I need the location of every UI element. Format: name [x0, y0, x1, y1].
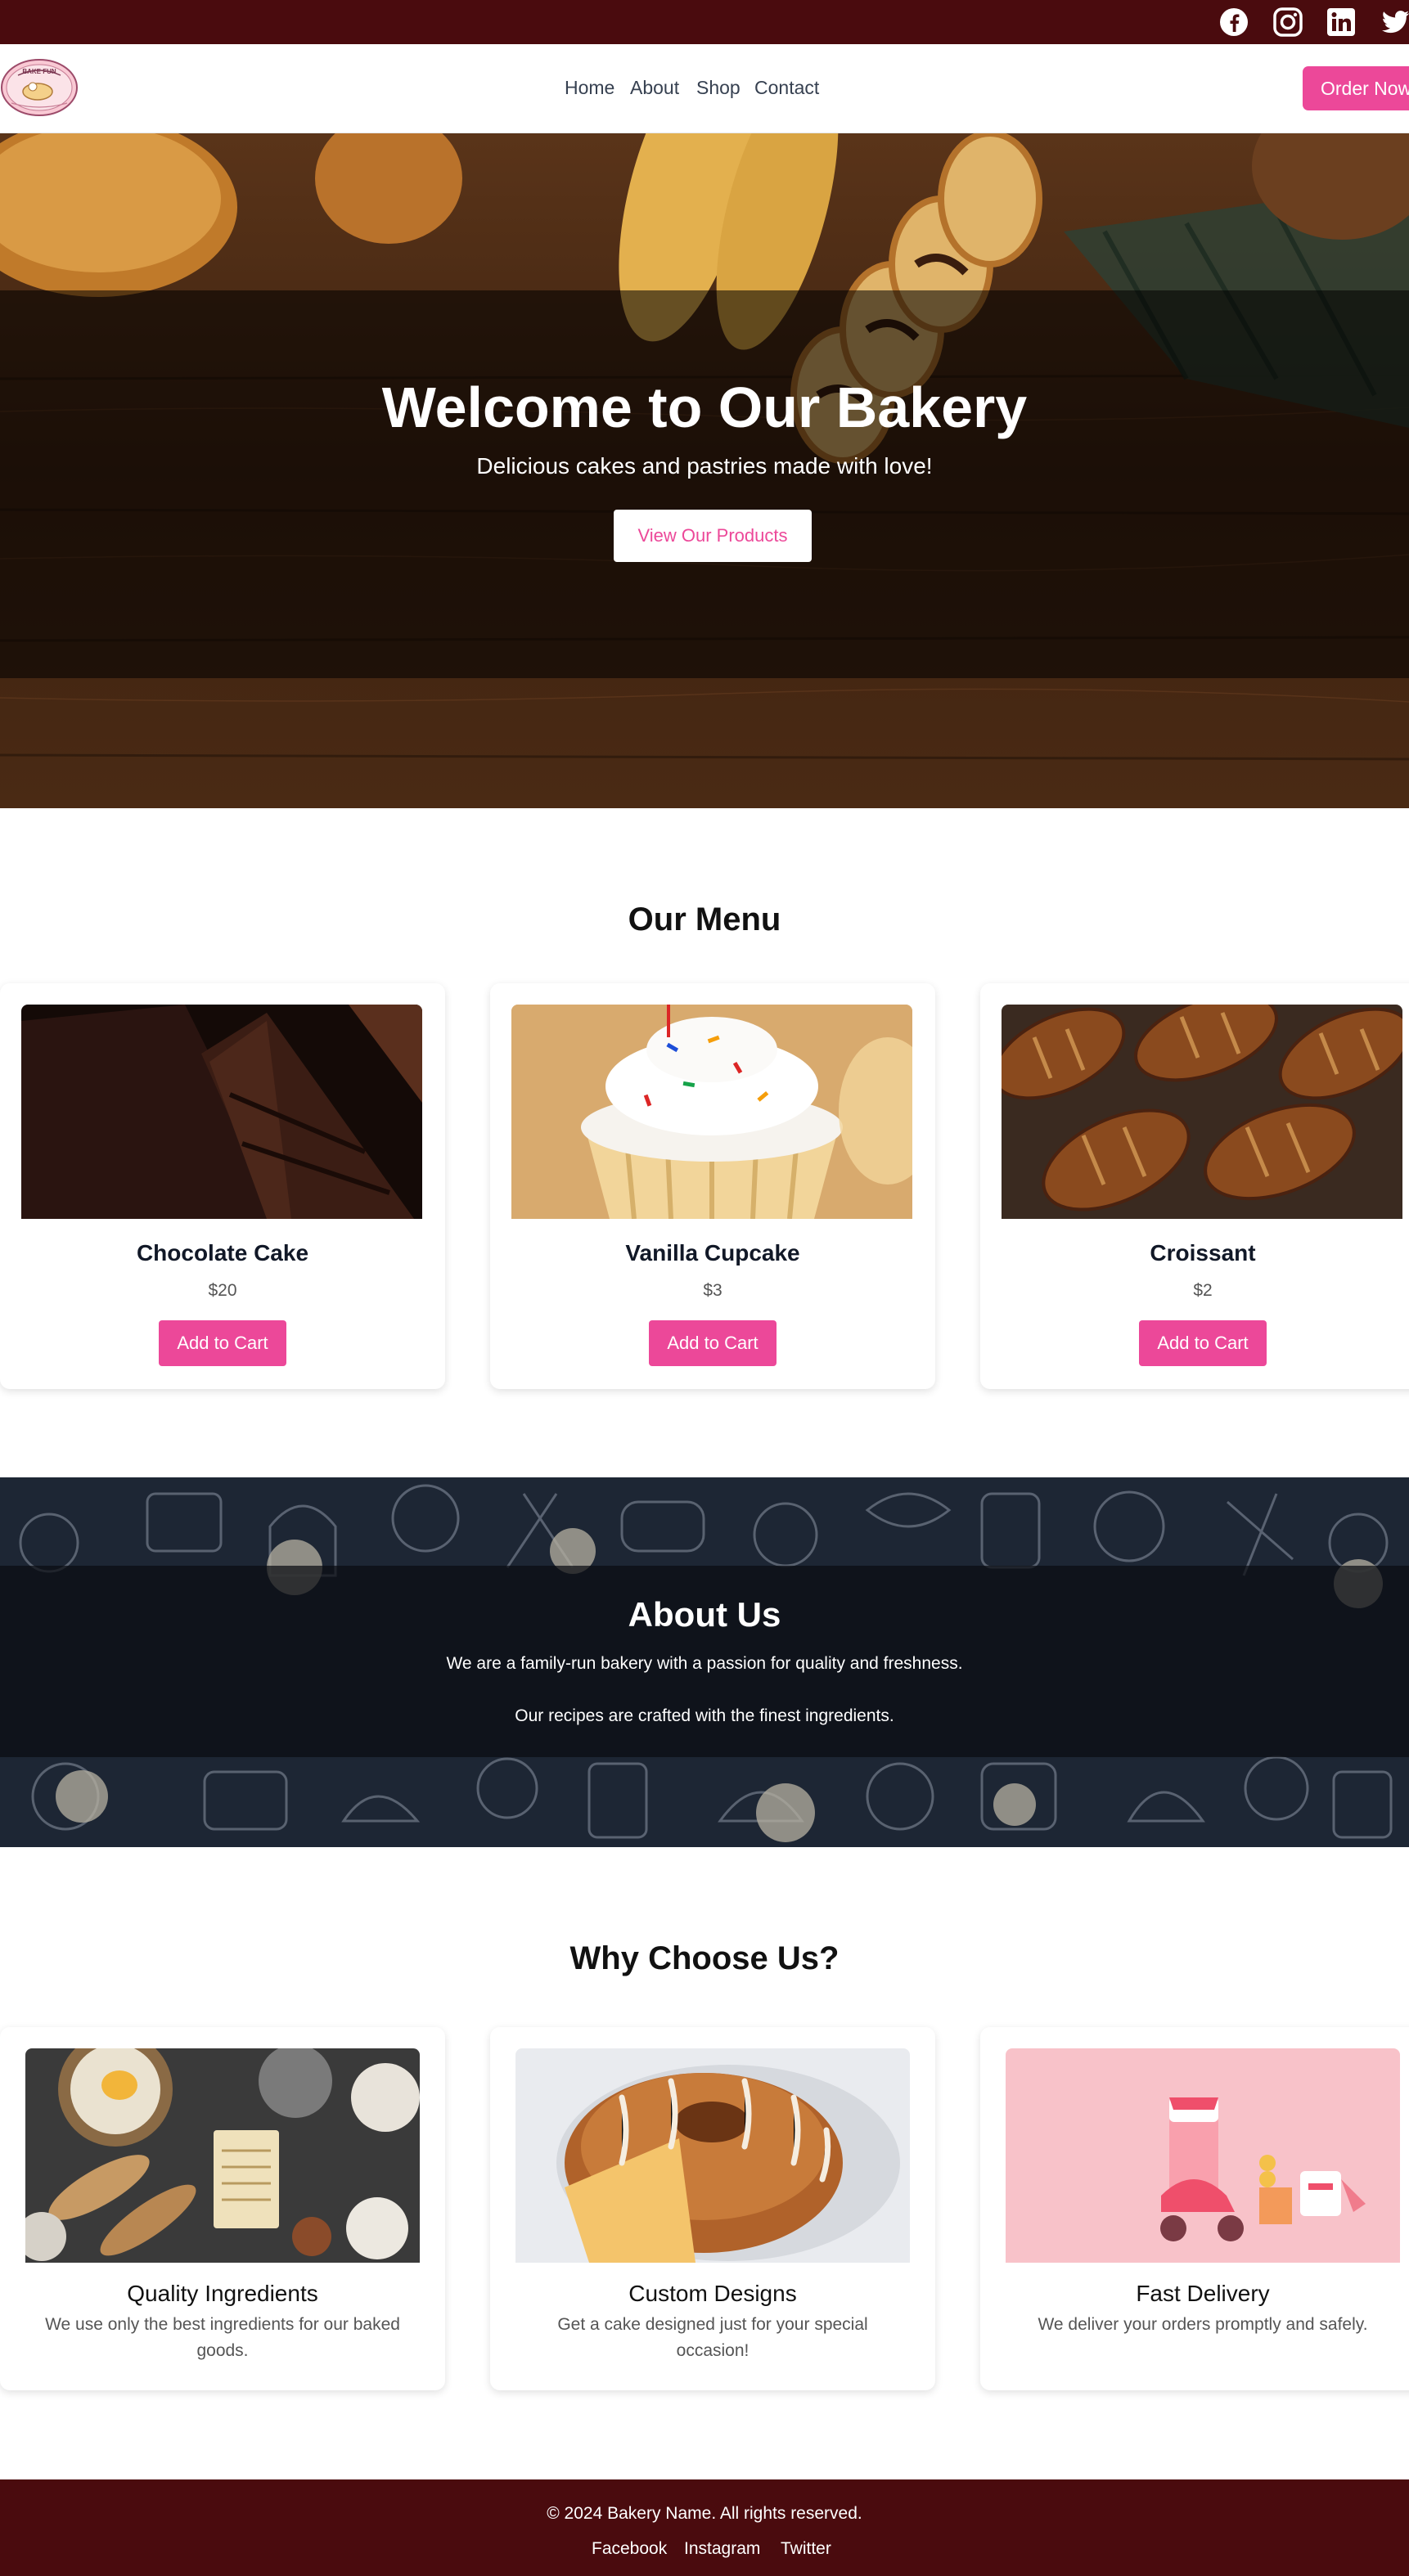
site-footer: © 2024 Bakery Name. All rights reserved.…	[0, 2479, 1409, 2576]
nav-home[interactable]: Home	[565, 75, 614, 100]
why-card-fast-delivery: Fast Delivery We deliver your orders pro…	[980, 2027, 1409, 2390]
ingredients-image	[25, 2048, 420, 2263]
chocolate-cake-image	[21, 1005, 422, 1219]
facebook-icon[interactable]	[1218, 7, 1249, 38]
why-item-description: We use only the best ingredients for our…	[45, 2315, 400, 2360]
why-item-title: Fast Delivery	[1136, 2281, 1270, 2306]
nav-about[interactable]: About	[630, 75, 679, 100]
why-card-quality-ingredients: Quality Ingredients We use only the best…	[0, 2027, 445, 2390]
hero-overlay	[0, 290, 1409, 678]
menu-card-vanilla-cupcake: Vanilla Cupcake $3 Add to Cart	[490, 983, 935, 1389]
footer-link-instagram[interactable]: Instagram	[684, 2538, 760, 2560]
add-to-cart-button[interactable]: Add to Cart	[159, 1320, 286, 1366]
about-text-line-2: Our recipes are crafted with the finest …	[515, 1706, 894, 1725]
why-card-custom-designs: Custom Designs Get a cake designed just …	[490, 2027, 935, 2390]
add-to-cart-button[interactable]: Add to Cart	[1139, 1320, 1267, 1366]
nav-shop[interactable]: Shop	[696, 75, 741, 100]
menu-title: Our Menu	[628, 901, 781, 937]
delivery-illustration	[1006, 2048, 1400, 2263]
menu-item-price: $2	[1193, 1281, 1213, 1300]
add-to-cart-button[interactable]: Add to Cart	[649, 1320, 777, 1366]
bundt-cake-image	[515, 2048, 910, 2263]
order-now-button[interactable]: Order Now	[1303, 66, 1409, 110]
nav-contact[interactable]: Contact	[754, 75, 819, 100]
menu-item-name: Croissant	[1150, 1240, 1256, 1266]
menu-item-name: Chocolate Cake	[136, 1240, 309, 1266]
hero-section: Welcome to Our Bakery Delicious cakes an…	[0, 133, 1409, 808]
about-section: About Us We are a family-run bakery with…	[0, 1477, 1409, 1847]
hero-subtitle: Delicious cakes and pastries made with l…	[476, 453, 933, 479]
why-item-title: Quality Ingredients	[127, 2281, 318, 2306]
footer-link-twitter[interactable]: Twitter	[781, 2538, 831, 2560]
social-top-bar	[0, 0, 1409, 44]
site-header: BAKE FUN Home About Shop Contact Order N…	[0, 44, 1409, 133]
copyright-text: © 2024 Bakery Name. All rights reserved.	[547, 2504, 862, 2523]
menu-card-croissant: Croissant $2 Add to Cart	[980, 983, 1409, 1389]
why-item-description: Get a cake designed just for your specia…	[557, 2315, 868, 2360]
menu-item-name: Vanilla Cupcake	[625, 1240, 800, 1266]
why-item-title: Custom Designs	[628, 2281, 797, 2306]
menu-card-chocolate-cake: Chocolate Cake $20 Add to Cart	[0, 983, 445, 1389]
croissant-image	[1002, 1005, 1402, 1219]
menu-item-price: $20	[208, 1281, 237, 1300]
hero-title: Welcome to Our Bakery	[381, 375, 1028, 439]
why-title: Why Choose Us?	[569, 1940, 840, 1976]
menu-item-price: $3	[703, 1281, 723, 1300]
instagram-icon[interactable]	[1272, 7, 1303, 38]
about-text-line-1: We are a family-run bakery with a passio…	[446, 1654, 963, 1673]
main-nav: Home About Shop Contact	[0, 44, 1409, 133]
about-title: About Us	[628, 1595, 781, 1634]
why-item-description: We deliver your orders promptly and safe…	[1038, 2315, 1368, 2334]
footer-link-facebook[interactable]: Facebook	[592, 2538, 667, 2560]
twitter-icon[interactable]	[1380, 7, 1409, 38]
vanilla-cupcake-image	[511, 1005, 912, 1219]
view-products-button[interactable]: View Our Products	[614, 510, 812, 562]
linkedin-icon[interactable]	[1326, 7, 1357, 38]
